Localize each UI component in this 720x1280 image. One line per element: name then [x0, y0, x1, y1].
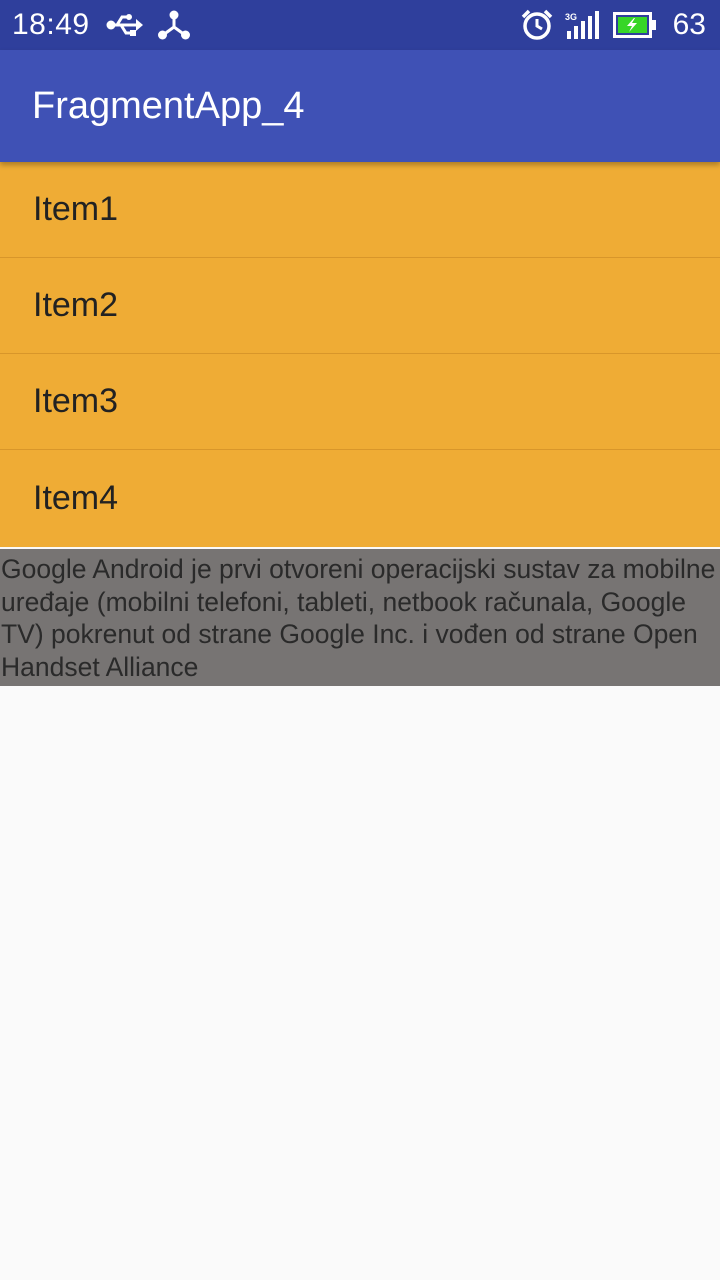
status-notification-icons: [106, 10, 190, 40]
status-time: 18:49: [12, 8, 90, 41]
list-item-label: Item2: [33, 286, 119, 324]
list-item-2[interactable]: Item2: [0, 258, 720, 354]
status-bar: 18:49 3G 63: [0, 0, 720, 50]
svg-text:3G: 3G: [565, 12, 577, 22]
list-item-label: Item1: [33, 190, 119, 228]
alarm-icon: [521, 9, 553, 41]
item-list: Item1 Item2 Item3 Item4: [0, 162, 720, 547]
list-item-4[interactable]: Item4: [0, 450, 720, 547]
app-title: FragmentApp_4: [32, 84, 305, 127]
list-item-label: Item3: [33, 382, 119, 420]
status-system-icons: 3G 63: [521, 8, 706, 42]
signal-icon: 3G: [565, 11, 601, 39]
details-text: Google Android je prvi otvoreni operacij…: [1, 554, 716, 682]
share-icon: [157, 10, 190, 40]
list-item-3[interactable]: Item3: [0, 354, 720, 450]
list-item-1[interactable]: Item1: [0, 162, 720, 258]
app-bar: FragmentApp_4: [0, 50, 720, 162]
details-panel: Google Android je prvi otvoreni operacij…: [0, 549, 720, 686]
battery-level-text: 63: [672, 8, 706, 41]
list-item-label: Item4: [33, 479, 119, 517]
usb-icon: [106, 13, 144, 37]
battery-icon: [612, 12, 657, 38]
